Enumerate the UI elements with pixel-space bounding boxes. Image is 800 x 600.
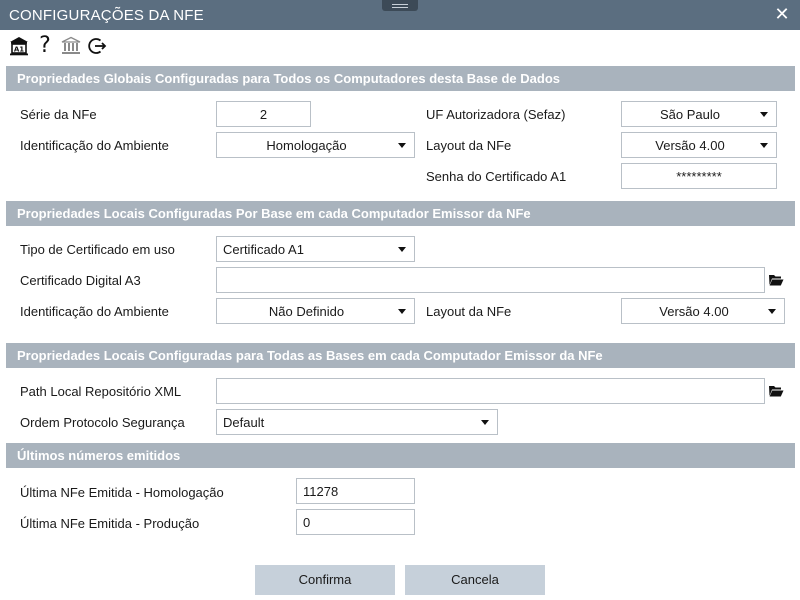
title-bar: CONFIGURAÇÕES DA NFE ✕ xyxy=(0,0,800,30)
senha-label: Senha do Certificado A1 xyxy=(426,169,567,184)
folder-open-icon[interactable] xyxy=(768,272,784,288)
confirm-button[interactable]: Confirma xyxy=(255,565,395,595)
homolog-input[interactable]: 11278 xyxy=(296,478,415,504)
ambiente-local-select-value: Não Definido xyxy=(268,304,345,319)
ordem-select[interactable]: Default xyxy=(216,409,498,435)
bank-icon[interactable] xyxy=(58,34,84,58)
producao-label: Última NFe Emitida - Produção xyxy=(20,516,200,531)
cert-a3-input[interactable] xyxy=(216,267,765,293)
layout-select[interactable]: Versão 4.00 xyxy=(621,132,777,158)
layout-local-select-value: Versão 4.00 xyxy=(659,304,729,319)
ordem-label: Ordem Protocolo Segurança xyxy=(20,415,185,430)
drag-handle[interactable] xyxy=(382,0,418,11)
producao-input[interactable]: 0 xyxy=(296,509,415,535)
section-ultimos-header: Últimos números emitidos xyxy=(6,443,795,468)
chevron-down-icon xyxy=(398,247,406,252)
cancel-button[interactable]: Cancela xyxy=(405,565,545,595)
folder-open-icon[interactable] xyxy=(768,383,784,399)
tipo-cert-select-value: Certificado A1 xyxy=(223,242,304,257)
section-local-base-header: Propriedades Locais Configuradas Por Bas… xyxy=(6,201,795,226)
path-input[interactable] xyxy=(216,378,765,404)
logout-icon[interactable] xyxy=(84,34,110,58)
layout-local-select[interactable]: Versão 4.00 xyxy=(621,298,785,324)
bank-a1-icon[interactable]: A1 xyxy=(6,34,32,58)
chevron-down-icon xyxy=(398,143,406,148)
section-local-all-header: Propriedades Locais Configuradas para To… xyxy=(6,343,795,368)
homolog-label: Última NFe Emitida - Homologação xyxy=(20,485,224,500)
layout-select-value: Versão 4.00 xyxy=(655,138,725,153)
section-global-header: Propriedades Globais Configuradas para T… xyxy=(6,66,795,91)
help-icon[interactable]: ? xyxy=(32,34,58,58)
help-glyph: ? xyxy=(39,33,51,58)
ambiente-label: Identificação do Ambiente xyxy=(20,138,169,153)
senha-input[interactable]: ********* xyxy=(621,163,777,189)
chevron-down-icon xyxy=(760,112,768,117)
svg-text:A1: A1 xyxy=(14,46,24,54)
chevron-down-icon xyxy=(398,309,406,314)
ambiente-select-value: Homologação xyxy=(266,138,347,153)
cert-a3-label: Certificado Digital A3 xyxy=(20,273,141,288)
toolbar: A1 ? xyxy=(6,34,110,58)
close-icon[interactable]: ✕ xyxy=(772,4,792,24)
uf-label: UF Autorizadora (Sefaz) xyxy=(426,107,566,122)
chevron-down-icon xyxy=(768,309,776,314)
serie-label: Série da NFe xyxy=(20,107,97,122)
chevron-down-icon xyxy=(481,420,489,425)
uf-select-value: São Paulo xyxy=(660,107,720,122)
path-label: Path Local Repositório XML xyxy=(20,384,182,399)
ambiente-local-label: Identificação do Ambiente xyxy=(20,304,169,319)
layout-local-label: Layout da NFe xyxy=(426,304,512,319)
ambiente-select[interactable]: Homologação xyxy=(216,132,415,158)
tipo-cert-select[interactable]: Certificado A1 xyxy=(216,236,415,262)
layout-label: Layout da NFe xyxy=(426,138,512,153)
tipo-cert-label: Tipo de Certificado em uso xyxy=(20,242,175,257)
ambiente-local-select[interactable]: Não Definido xyxy=(216,298,415,324)
window-title: CONFIGURAÇÕES DA NFE xyxy=(9,7,204,24)
chevron-down-icon xyxy=(760,143,768,148)
uf-select[interactable]: São Paulo xyxy=(621,101,777,127)
serie-input[interactable]: 2 xyxy=(216,101,311,127)
ordem-select-value: Default xyxy=(223,415,265,430)
